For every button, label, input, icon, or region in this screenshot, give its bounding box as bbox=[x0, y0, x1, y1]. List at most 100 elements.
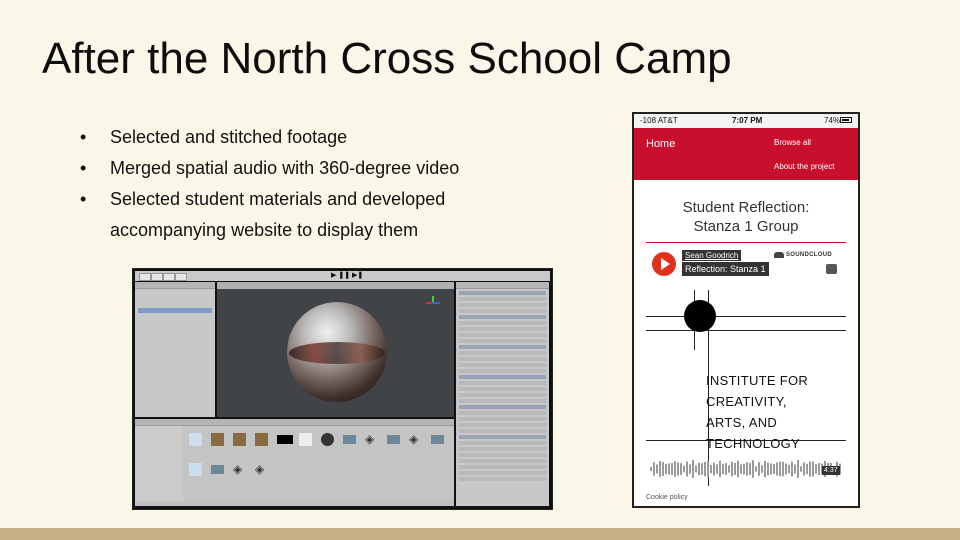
phone-screenshot: -108 AT&T 7:07 PM 74% Home Browse all Ab… bbox=[632, 112, 860, 508]
unity-logo-icon: ◈ bbox=[365, 432, 375, 446]
waveform-bar bbox=[767, 462, 769, 476]
ios-status-bar: -108 AT&T 7:07 PM 74% bbox=[634, 114, 858, 128]
share-icon[interactable] bbox=[826, 264, 837, 274]
title-divider bbox=[646, 242, 846, 243]
play-controls-icon: ▶ ❚❚ ▶❚ bbox=[331, 272, 364, 279]
waveform-bar bbox=[692, 460, 694, 478]
waveform-bar bbox=[740, 464, 742, 474]
slide-title: After the North Cross School Camp bbox=[42, 34, 732, 83]
soundcloud-user-link[interactable]: Sean Goodrich bbox=[682, 250, 742, 261]
waveform-bar bbox=[716, 464, 718, 474]
waveform-bar bbox=[815, 464, 817, 474]
waveform-bar bbox=[701, 463, 703, 475]
soundcloud-logo-icon bbox=[774, 252, 784, 258]
folder-icon bbox=[431, 435, 444, 444]
waveform-bar bbox=[779, 461, 781, 477]
waveform-bar bbox=[722, 463, 724, 475]
waveform-bar bbox=[689, 464, 691, 474]
unity-logo-icon: ◈ bbox=[409, 432, 419, 446]
waveform-bar bbox=[818, 462, 820, 476]
waveform-bar bbox=[659, 461, 661, 477]
clock-text: 7:07 PM bbox=[732, 116, 763, 125]
waveform-bar bbox=[776, 462, 778, 476]
waveform-bar bbox=[683, 465, 685, 473]
waveform-bar bbox=[812, 461, 814, 477]
waveform[interactable] bbox=[650, 458, 842, 480]
asset-icon bbox=[299, 433, 312, 446]
unity-status-bar bbox=[135, 501, 454, 506]
bullet-item: Selected student materials and developed… bbox=[80, 184, 550, 246]
waveform-bar bbox=[773, 464, 775, 474]
battery-icon bbox=[840, 117, 852, 123]
waveform-bar bbox=[674, 461, 676, 477]
waveform-bar bbox=[758, 462, 760, 476]
play-button[interactable] bbox=[652, 252, 676, 276]
waveform-bar bbox=[668, 463, 670, 475]
waveform-bar bbox=[707, 460, 709, 478]
asset-icon bbox=[255, 433, 268, 446]
waveform-bar bbox=[737, 460, 739, 478]
unity-logo-icon: ◈ bbox=[233, 462, 243, 476]
bullet-item: Merged spatial audio with 360-degree vid… bbox=[80, 153, 550, 184]
waveform-bar bbox=[710, 464, 712, 474]
waveform-bar bbox=[761, 465, 763, 473]
track-duration: 4:37 bbox=[822, 466, 840, 475]
waveform-bar bbox=[731, 461, 733, 477]
hierarchy-panel bbox=[135, 282, 215, 417]
track-artwork: INSTITUTE FOR CREATIVITY, ARTS, AND TECH… bbox=[646, 290, 846, 486]
waveform-bar bbox=[806, 463, 808, 475]
soundcloud-track-title[interactable]: Reflection: Stanza 1 bbox=[682, 262, 769, 276]
asset-icon bbox=[189, 433, 202, 446]
soundcloud-player: Sean Goodrich Reflection: Stanza 1 SOUND… bbox=[646, 244, 846, 290]
waveform-bar bbox=[764, 460, 766, 478]
page-title: Student Reflection: Stanza 1 Group bbox=[682, 199, 810, 235]
battery-percent: 74% bbox=[824, 116, 841, 125]
waveform-bar bbox=[650, 467, 652, 471]
cookie-policy-link[interactable]: Cookie policy bbox=[646, 494, 688, 501]
waveform-bar bbox=[734, 462, 736, 476]
inspector-panel bbox=[456, 282, 549, 506]
tool-button bbox=[139, 273, 151, 281]
tool-button bbox=[163, 273, 175, 281]
bullet-list: Selected and stitched footage Merged spa… bbox=[80, 122, 550, 246]
folder-icon bbox=[343, 435, 356, 444]
tool-button bbox=[175, 273, 187, 281]
waveform-bar bbox=[665, 463, 667, 475]
asset-icon bbox=[277, 435, 293, 444]
folder-icon bbox=[211, 465, 224, 474]
waveform-bar bbox=[728, 465, 730, 473]
asset-icon bbox=[189, 463, 202, 476]
unity-editor-screenshot: ▶ ❚❚ ▶❚ ◈ ◈ ◈ ◈ bbox=[132, 268, 553, 510]
axis-gizmo-icon bbox=[426, 296, 440, 310]
tool-button bbox=[151, 273, 163, 281]
waveform-bar bbox=[746, 462, 748, 476]
waveform-bar bbox=[725, 463, 727, 475]
waveform-bar bbox=[794, 464, 796, 474]
artwork-text: INSTITUTE FOR CREATIVITY, ARTS, AND TECH… bbox=[706, 373, 809, 451]
nav-home-link[interactable]: Home bbox=[646, 138, 675, 150]
waveform-bar bbox=[653, 462, 655, 476]
waveform-bar bbox=[782, 461, 784, 477]
soundcloud-logo-text: SOUNDCLOUD bbox=[786, 252, 832, 258]
waveform-bar bbox=[686, 461, 688, 477]
waveform-bar bbox=[656, 464, 658, 474]
waveform-bar bbox=[803, 462, 805, 476]
scene-view bbox=[217, 282, 454, 417]
waveform-bar bbox=[704, 461, 706, 477]
waveform-bar bbox=[755, 466, 757, 472]
waveform-bar bbox=[677, 462, 679, 476]
nav-about-link[interactable]: About the project bbox=[774, 162, 834, 171]
folder-icon bbox=[387, 435, 400, 444]
nav-browse-all-link[interactable]: Browse all bbox=[774, 138, 811, 147]
carrier-text: -108 AT&T bbox=[640, 116, 678, 125]
waveform-bar bbox=[770, 463, 772, 475]
waveform-bar bbox=[752, 460, 754, 478]
waveform-bar bbox=[749, 463, 751, 475]
project-panel: ◈ ◈ ◈ ◈ bbox=[135, 419, 454, 506]
site-navbar: Home Browse all About the project bbox=[634, 128, 858, 180]
waveform-bar bbox=[662, 462, 664, 476]
waveform-bar bbox=[809, 461, 811, 477]
waveform-bar bbox=[698, 462, 700, 476]
waveform-bar bbox=[680, 463, 682, 475]
waveform-bar bbox=[671, 463, 673, 475]
